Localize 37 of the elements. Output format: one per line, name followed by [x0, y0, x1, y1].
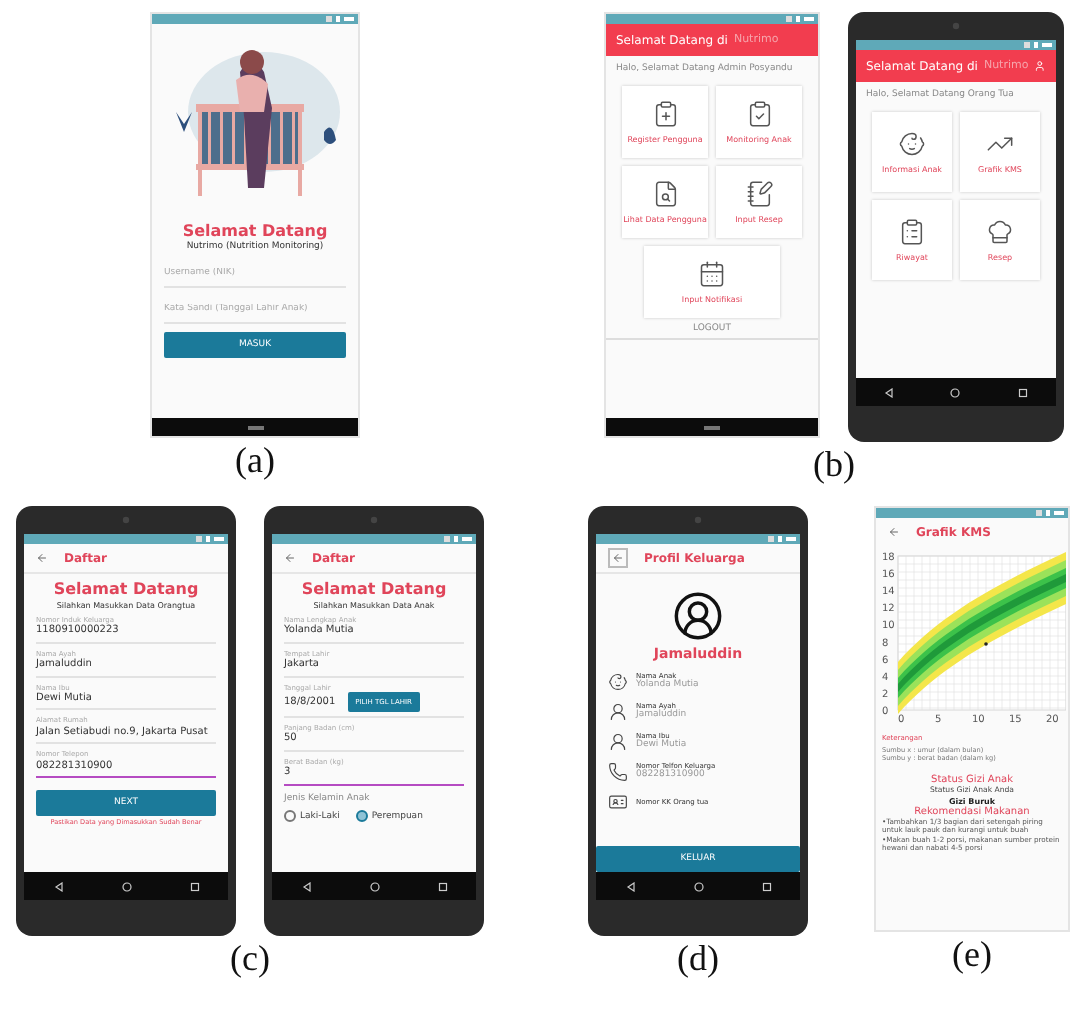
recents-icon[interactable] [189, 881, 199, 891]
back-icon[interactable] [53, 881, 63, 891]
avatar-icon [672, 590, 724, 642]
back-icon[interactable] [884, 387, 895, 397]
welcome-title: Selamat Datang [51, 582, 201, 600]
recents-icon[interactable] [437, 881, 447, 891]
home-icon[interactable] [693, 881, 703, 891]
baby-icon [898, 129, 926, 158]
status-icons-drawing [1024, 42, 1052, 48]
figure-caption: (c) [230, 936, 270, 980]
back-icon[interactable] [301, 881, 311, 891]
account-icon[interactable] [1034, 60, 1046, 72]
back-arrow-icon[interactable] [36, 552, 48, 564]
calendar-icon [698, 259, 726, 288]
welcome-title: Selamat Datang [299, 582, 449, 600]
figure-caption: (b) [813, 442, 855, 486]
chef-hat-icon [986, 217, 1014, 246]
document-search-icon [651, 179, 679, 208]
recents-icon[interactable] [1017, 387, 1028, 397]
phone-icon [608, 761, 628, 782]
back-icon[interactable] [625, 881, 635, 891]
recents-icon[interactable] [761, 881, 771, 891]
figure-caption: (e) [952, 932, 992, 976]
home-icon[interactable] [121, 881, 131, 891]
clipboard-list-icon [898, 217, 926, 246]
back-arrow-icon[interactable] [284, 552, 296, 564]
home-icon[interactable] [950, 387, 961, 397]
figure-caption: (d) [677, 936, 719, 980]
welcome-title: Selamat Datang [180, 224, 330, 241]
clipboard-plus-icon [651, 99, 679, 128]
card-icon [608, 791, 628, 812]
baby-icon [608, 671, 628, 692]
clipboard-check-icon [745, 99, 773, 128]
figure-caption: (a) [235, 438, 275, 482]
home-icon[interactable] [369, 881, 379, 891]
notebook-icon [745, 179, 773, 208]
back-arrow-icon[interactable] [888, 526, 900, 538]
